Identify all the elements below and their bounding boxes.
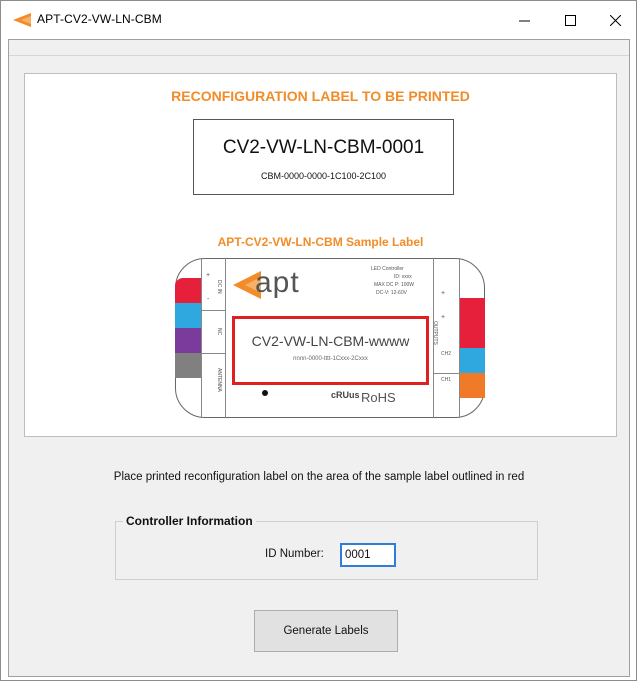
instruction-text: Place printed reconfiguration label on t… <box>113 471 525 483</box>
ch1-label: CH1 <box>441 377 452 383</box>
close-button[interactable] <box>592 1 637 39</box>
divider-right-outer <box>459 258 460 418</box>
plus-sign-right-2: + <box>441 314 446 321</box>
swatch-right-red-1 <box>459 298 485 323</box>
info-line-3: MAX DC P: 100W <box>374 282 415 288</box>
sample-label-heading: APT-CV2-VW-LN-CBM Sample Label <box>217 235 424 249</box>
swatch-left-gray <box>175 353 201 378</box>
ul-mark: cRUus <box>331 390 360 400</box>
maximize-button[interactable] <box>547 1 593 39</box>
nc-label: NC <box>216 328 222 336</box>
plus-sign-left: + <box>206 272 211 279</box>
groupbox-title: Controller Information <box>123 514 256 528</box>
title-bar[interactable]: APT-CV2-VW-LN-CBM <box>1 1 636 39</box>
id-number-label: ID Number: <box>265 548 324 560</box>
controller-information-group: Controller Information ID Number: <box>115 514 538 580</box>
label-preview-panel: RECONFIGURATION LABEL TO BE PRINTED CV2-… <box>24 73 617 437</box>
info-line-4: DC-V: 12-60V <box>376 290 407 296</box>
id-number-input[interactable] <box>340 543 396 567</box>
divider-left-inner <box>225 258 226 418</box>
red-outline-area: CV2-VW-LN-CBM-wwww nnnn-0000-tttt-1Cxxx-… <box>232 316 429 385</box>
divider-left-outer <box>201 258 202 418</box>
swatch-right-blue <box>459 348 485 373</box>
ch2-label: CH2 <box>441 351 452 357</box>
label-config-code: CBM-0000-0000-1C100-2C100 <box>260 171 387 181</box>
close-icon <box>609 14 621 26</box>
apt-logo-icon <box>13 13 31 27</box>
minimize-button[interactable] <box>501 1 547 39</box>
swatch-left-red <box>175 278 201 303</box>
info-line-1: LED Controller <box>371 266 404 272</box>
window-title: APT-CV2-VW-LN-CBM <box>37 12 162 26</box>
sample-model-placeholder: CV2-VW-LN-CBM-wwww <box>251 333 410 349</box>
divider-left-h1 <box>201 310 226 311</box>
label-model-code: CV2-VW-LN-CBM-0001 <box>222 137 425 158</box>
sample-config-placeholder: nnnn-0000-tttt-1Cxxx-2Cxxx <box>293 356 368 362</box>
antenna-label: ANTENNA <box>216 368 222 392</box>
client-area: RECONFIGURATION LABEL TO BE PRINTED CV2-… <box>8 39 630 677</box>
dc-in-label: DC IN <box>216 280 222 294</box>
rohs-mark: RoHS <box>361 390 396 405</box>
reconfiguration-heading: RECONFIGURATION LABEL TO BE PRINTED <box>171 88 470 104</box>
label-to-print-box: CV2-VW-LN-CBM-0001 CBM-0000-0000-1C100-2… <box>193 119 454 195</box>
minus-sign-left: - <box>207 296 210 303</box>
app-window: APT-CV2-VW-LN-CBM RECONFIGURATION LABEL … <box>0 0 637 681</box>
swatch-left-purple <box>175 328 201 353</box>
swatch-left-blue <box>175 303 201 328</box>
info-line-2: ID: xxxx <box>394 274 412 280</box>
minimize-icon <box>518 20 530 21</box>
divider-right-h1 <box>433 373 459 374</box>
outputs-label: OUTPUTS <box>432 321 438 345</box>
plus-sign-right-1: + <box>441 290 446 297</box>
top-strip <box>9 40 629 56</box>
swatch-right-orange <box>459 373 485 398</box>
status-dot <box>262 390 268 396</box>
brand-name: apt <box>255 266 300 299</box>
generate-labels-button[interactable]: Generate Labels <box>254 610 398 652</box>
swatch-right-red-2 <box>459 323 485 348</box>
divider-left-h2 <box>201 353 226 354</box>
maximize-icon <box>564 14 576 26</box>
sample-label-image: + - DC IN NC ANTENNA + + OUTPUTS CH2 CH1… <box>175 258 485 418</box>
